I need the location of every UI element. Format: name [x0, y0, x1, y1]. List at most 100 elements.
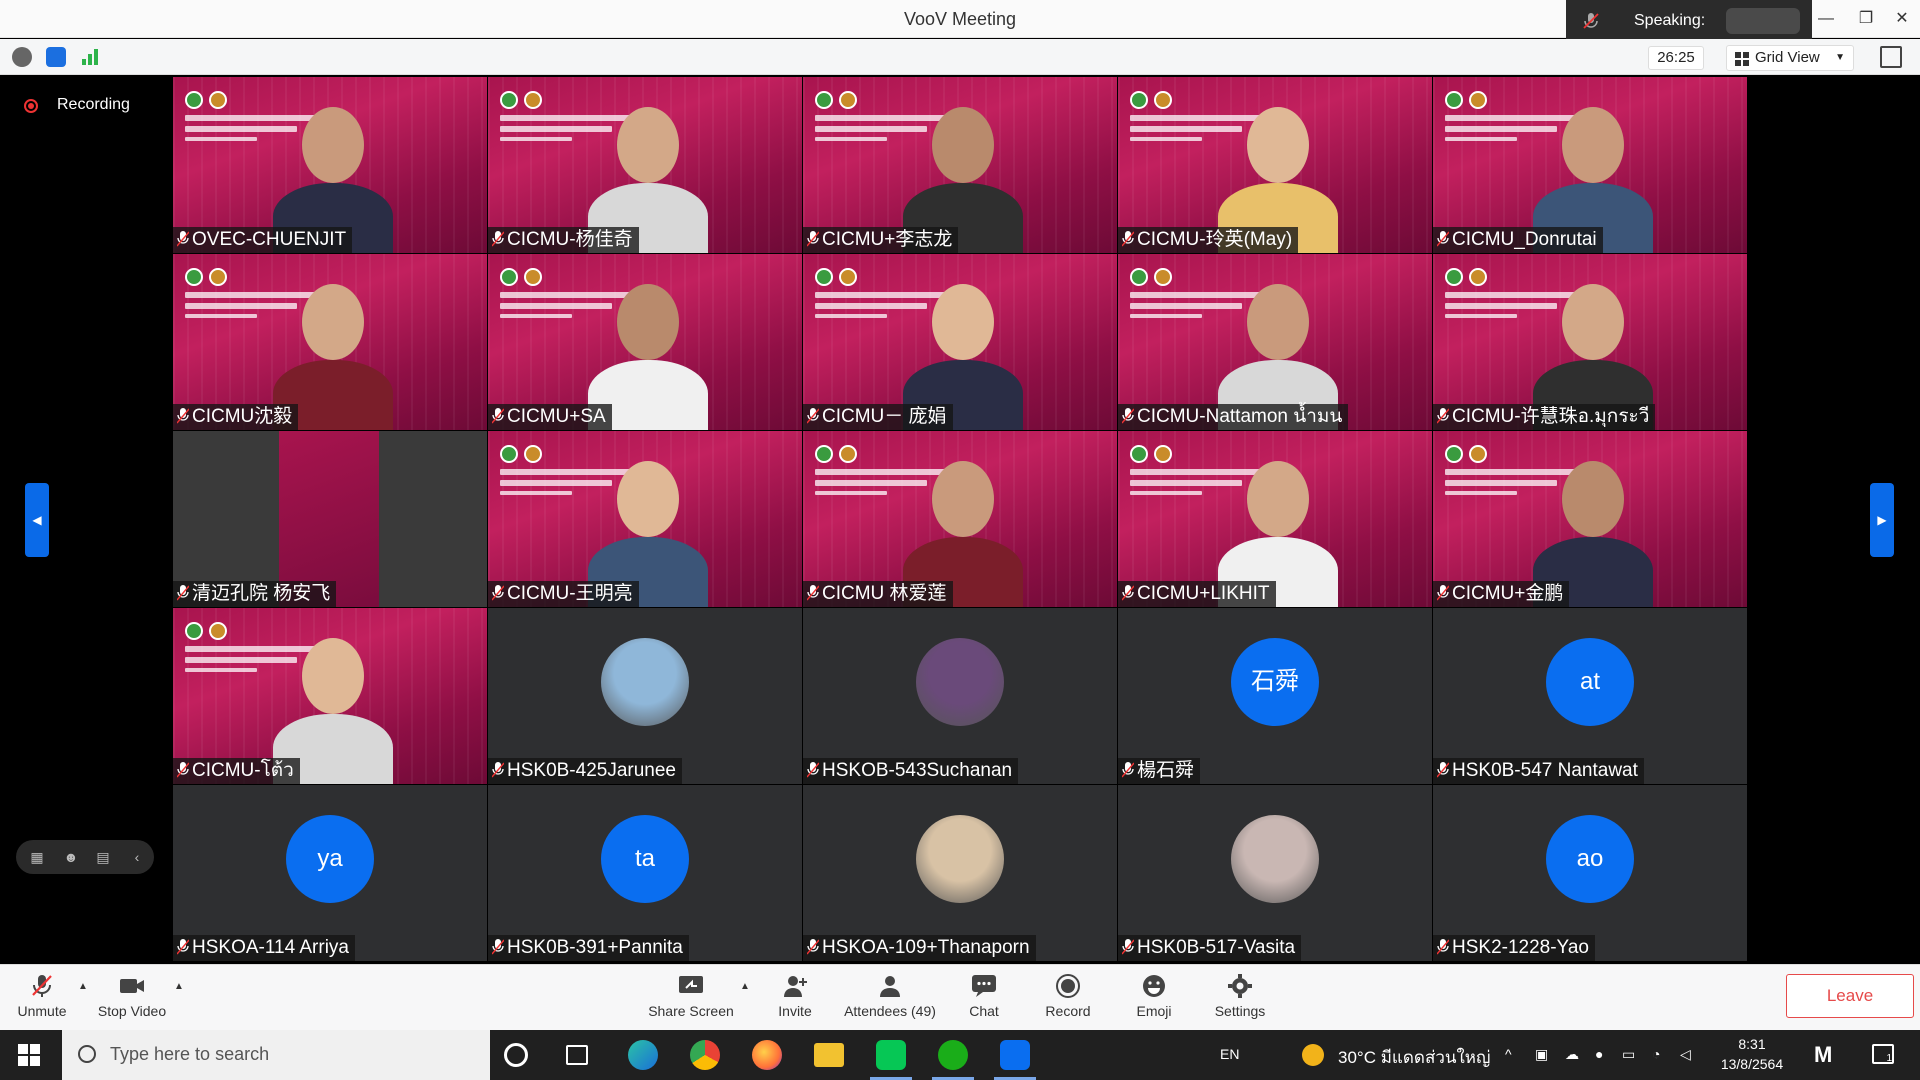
participant-name-tag: HSKOA-109+Thanaporn — [803, 935, 1036, 961]
participant-tile[interactable]: at HSK0B-547 Nantawat — [1433, 608, 1747, 784]
layout-icon[interactable]: ▦ — [28, 848, 46, 866]
emoji-icon[interactable]: ☻ — [62, 848, 80, 866]
participant-tile[interactable]: CICMU－ 庞娟 — [803, 254, 1117, 430]
participant-tile[interactable]: CICMU+LIKHIT — [1118, 431, 1432, 607]
participant-tile[interactable]: OVEC-CHUENJIT — [173, 77, 487, 253]
muted-mic-icon — [492, 585, 504, 601]
task-view-icon[interactable] — [566, 1045, 588, 1065]
participant-tile[interactable]: 清迈孔院 杨安飞 — [173, 431, 487, 607]
input-language-indicator[interactable]: EN — [1220, 1046, 1239, 1062]
record-dot-icon — [24, 99, 38, 113]
participant-tile[interactable]: CICMU-โต้ว — [173, 608, 487, 784]
emoji-icon — [1143, 975, 1165, 997]
participant-name: HSKOA-109+Thanaporn — [822, 937, 1030, 958]
video-options-caret-icon[interactable]: ▲ — [174, 981, 184, 992]
participant-tile[interactable]: HSK0B-425Jarunee — [488, 608, 802, 784]
collapse-left-icon[interactable]: ‹ — [128, 848, 146, 866]
participant-name: CICMU-许慧珠อ.มุกระวี — [1452, 406, 1650, 427]
taskbar-search-placeholder: Type here to search — [110, 1044, 270, 1064]
emoji-button[interactable]: Emoji — [1130, 973, 1178, 1027]
volume-icon[interactable]: ◁ — [1680, 1046, 1691, 1063]
participant-tile[interactable]: CICMU-王明亮 — [488, 431, 802, 607]
participant-tile[interactable]: CICMU+SA — [488, 254, 802, 430]
participant-tile[interactable]: ta HSK0B-391+Pannita — [488, 785, 802, 961]
chrome-browser-icon[interactable] — [690, 1040, 720, 1070]
taskbar-clock[interactable]: 8:31 13/8/2564 — [1712, 1034, 1792, 1074]
participant-tile[interactable]: CICMU沈毅 — [173, 254, 487, 430]
signal-bars-icon[interactable] — [80, 47, 100, 67]
meet-now-icon[interactable]: ▣ — [1535, 1046, 1548, 1063]
participant-tile[interactable]: CICMU-玲英(May) — [1118, 77, 1432, 253]
participant-tile[interactable]: 石舜 楊石舜 — [1118, 608, 1432, 784]
school-logo-icon — [185, 622, 203, 640]
participant-tile[interactable]: CICMU+金鹏 — [1433, 431, 1747, 607]
school-logo-icon — [500, 445, 518, 463]
share-screen-button[interactable]: Share Screen — [646, 973, 736, 1027]
participant-tile[interactable]: HSKOA-109+Thanaporn — [803, 785, 1117, 961]
participant-name: CICMU-杨佳奇 — [507, 229, 633, 250]
line-app-icon[interactable] — [870, 1040, 912, 1080]
wechat-app-icon[interactable] — [932, 1040, 974, 1080]
participant-tile[interactable]: ao HSK2-1228-Yao — [1433, 785, 1747, 961]
participant-tile[interactable]: CICMU 林爱莲 — [803, 431, 1117, 607]
stop-video-button[interactable]: Stop Video — [92, 973, 172, 1027]
participant-tile[interactable]: CICMU-Nattamon น้ำมน — [1118, 254, 1432, 430]
participant-tile[interactable]: CICMU-许慧珠อ.มุกระวี — [1433, 254, 1747, 430]
close-icon[interactable]: ✕ — [1891, 8, 1913, 30]
chevron-left-icon: ◀ — [32, 513, 42, 527]
cortana-icon[interactable] — [504, 1043, 528, 1067]
participant-name-tag: CICMU+李志龙 — [803, 227, 959, 253]
chat-button[interactable]: Chat — [960, 973, 1008, 1027]
participant-tile[interactable]: CICMU+李志龙 — [803, 77, 1117, 253]
school-logo-icon — [524, 91, 542, 109]
wifi-icon[interactable]: ◔ — [1652, 1046, 1660, 1062]
grid-icon — [1735, 52, 1749, 66]
onedrive-icon[interactable]: ☁ — [1565, 1046, 1579, 1063]
leave-button[interactable]: Leave — [1786, 974, 1914, 1018]
mail-m-icon[interactable]: M — [1814, 1042, 1832, 1068]
share-options-caret-icon[interactable]: ▲ — [740, 981, 750, 992]
participant-tile[interactable]: ya HSKOA-114 Arriya — [173, 785, 487, 961]
edge-browser-icon[interactable] — [628, 1040, 658, 1070]
participant-name: CICMU+LIKHIT — [1137, 583, 1270, 604]
info-icon[interactable] — [12, 47, 32, 67]
microphone-tray-icon[interactable]: ● — [1595, 1046, 1603, 1062]
participant-tile[interactable]: HSK0B-517-Vasita — [1118, 785, 1432, 961]
participant-name-tag: CICMU－ 庞娟 — [803, 404, 953, 430]
chevron-right-icon: ▶ — [1877, 513, 1887, 527]
chat-bubble-icon[interactable]: ▤ — [94, 848, 112, 866]
school-logo-icon — [1469, 91, 1487, 109]
muted-mic-icon — [807, 231, 819, 247]
participant-name: OVEC-CHUENJIT — [192, 229, 347, 250]
restore-icon[interactable]: ❐ — [1855, 8, 1877, 30]
clock-time: 8:31 — [1738, 1036, 1766, 1052]
minimize-icon[interactable]: — — [1815, 8, 1837, 30]
audio-options-caret-icon[interactable]: ▲ — [78, 981, 88, 992]
view-mode-dropdown[interactable]: Grid View ▼ — [1726, 45, 1854, 71]
weather-text[interactable]: 30°C มีแดดส่วนใหญ่ — [1338, 1044, 1491, 1071]
unmute-button[interactable]: Unmute — [12, 973, 72, 1027]
participant-tile[interactable]: CICMU-杨佳奇 — [488, 77, 802, 253]
attendees-button[interactable]: Attendees (49) — [840, 973, 940, 1027]
windows-start-icon[interactable] — [18, 1044, 40, 1066]
battery-icon[interactable]: ▭ — [1622, 1046, 1635, 1063]
participant-tile[interactable]: HSKOB-543Suchanan — [803, 608, 1117, 784]
invite-button[interactable]: Invite — [770, 973, 820, 1027]
security-shield-icon[interactable] — [46, 47, 66, 67]
next-page-button[interactable]: ▶ — [1870, 483, 1894, 557]
school-logo-icon — [815, 91, 833, 109]
gear-icon — [1228, 974, 1252, 998]
participant-tile[interactable]: CICMU_Donrutai — [1433, 77, 1747, 253]
tray-expand-icon[interactable]: ^ — [1505, 1046, 1512, 1062]
record-button[interactable]: Record — [1042, 973, 1094, 1027]
settings-button[interactable]: Settings — [1210, 973, 1270, 1027]
notification-center-icon[interactable]: 1 — [1872, 1044, 1894, 1064]
firefox-browser-icon[interactable] — [752, 1040, 782, 1070]
attendees-label: Attendees (49) — [844, 1003, 936, 1019]
voov-meeting-taskbar-icon[interactable] — [994, 1040, 1036, 1080]
fullscreen-icon[interactable] — [1880, 46, 1902, 68]
participant-name: CICMU沈毅 — [192, 406, 293, 427]
file-explorer-icon[interactable] — [814, 1043, 844, 1067]
taskbar-search-input[interactable]: Type here to search — [62, 1030, 490, 1080]
prev-page-button[interactable]: ◀ — [25, 483, 49, 557]
